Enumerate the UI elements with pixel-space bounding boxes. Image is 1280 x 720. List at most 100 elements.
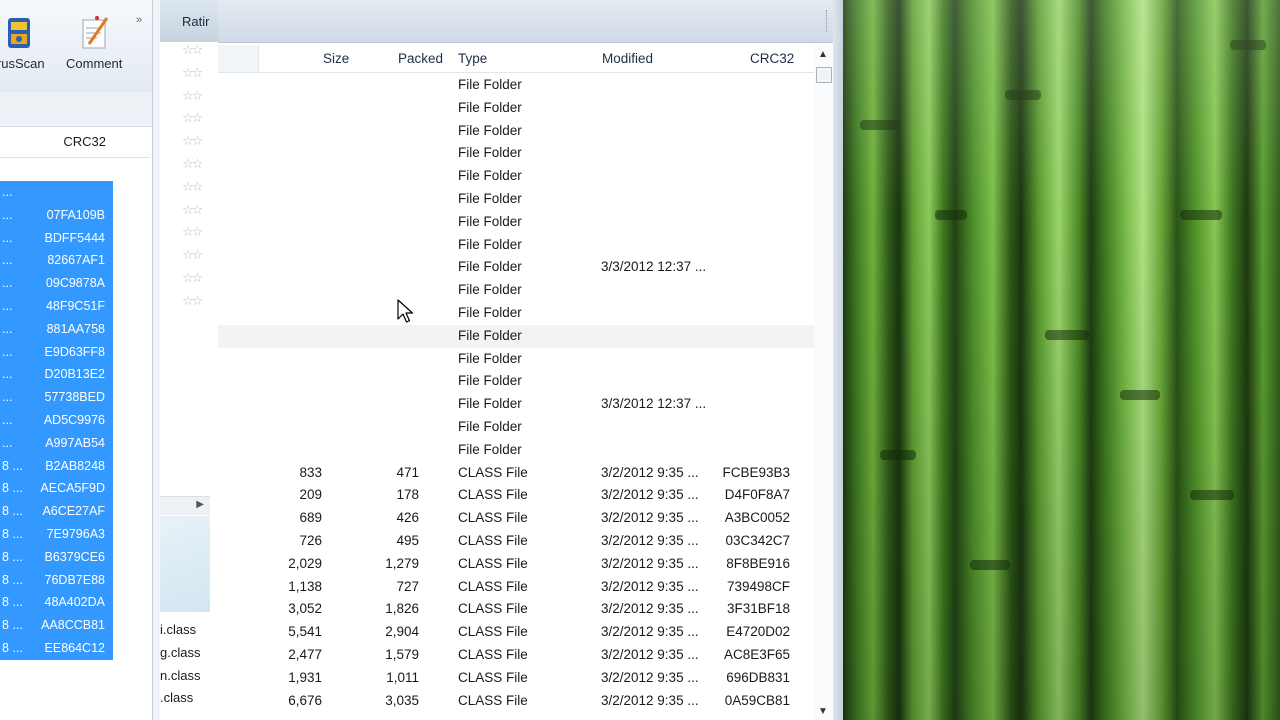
scrollbar-thumb[interactable]: [816, 67, 832, 83]
scroll-up-icon[interactable]: ▲: [818, 49, 828, 60]
back-column-crc32[interactable]: CRC32: [63, 134, 106, 149]
table-row[interactable]: File Folder: [218, 165, 818, 188]
file-name[interactable]: i.class: [160, 622, 196, 637]
table-row[interactable]: File Folder: [218, 439, 818, 462]
table-row[interactable]: File Folder: [218, 74, 818, 97]
table-row[interactable]: File Folder: [218, 188, 818, 211]
file-name[interactable]: n.class: [160, 668, 200, 683]
cell-type: File Folder: [458, 259, 522, 275]
table-row[interactable]: 833 471 CLASS File 3/2/2012 9:35 ... FCBE93B…: [218, 462, 818, 485]
cell-size: 3,052: [288, 601, 322, 617]
scroll-down-icon[interactable]: ▼: [818, 706, 828, 717]
back-list-item[interactable]: 8 ... 7E9796A3: [0, 522, 113, 546]
table-row[interactable]: File Folder: [218, 302, 818, 325]
cell-type: File Folder: [458, 236, 522, 252]
table-row[interactable]: File Folder: [218, 324, 818, 348]
back-list-item[interactable]: ... 881AA758: [0, 317, 113, 341]
table-row[interactable]: File Folder: [218, 234, 818, 257]
rating-stars[interactable]: ☆☆: [182, 65, 203, 81]
cell-type: File Folder: [458, 304, 522, 320]
table-row[interactable]: File Folder: [218, 370, 818, 393]
table-row[interactable]: 2,029 1,279 CLASS File 3/2/2012 9:35 ... 8F8…: [218, 553, 818, 576]
back-list-item[interactable]: 8 ... A6CE27AF: [0, 500, 113, 523]
column-type[interactable]: Type: [458, 51, 487, 66]
rating-stars[interactable]: ☆☆: [182, 42, 203, 58]
rating-stars[interactable]: ☆☆: [182, 110, 203, 126]
name-column-header[interactable]: [218, 45, 259, 72]
back-list-item[interactable]: ... 48F9C51F: [0, 294, 113, 318]
rating-stars[interactable]: ☆☆: [182, 88, 203, 104]
column-crc32[interactable]: CRC32: [750, 51, 794, 66]
table-row[interactable]: File Folder: [218, 348, 818, 371]
back-list-item[interactable]: ... 82667AF1: [0, 249, 113, 273]
cell-modified: 3/2/2012 9:35 ...: [601, 555, 699, 571]
horizontal-scrollbar[interactable]: ▶: [160, 496, 210, 515]
cell-packed: 471: [396, 464, 419, 480]
back-list-item[interactable]: ... AD5C9976: [0, 408, 113, 432]
rating-stars[interactable]: ☆☆: [182, 293, 203, 309]
scroll-right-icon[interactable]: ▶: [196, 499, 204, 510]
back-list-item[interactable]: ... 57738BED: [0, 386, 113, 409]
table-row[interactable]: 6,676 3,035 CLASS File 3/2/2012 9:35 ... 0A5…: [218, 690, 818, 713]
table-row[interactable]: 1,138 727 CLASS File 3/2/2012 9:35 ... 73949…: [218, 576, 818, 599]
column-size[interactable]: Size: [323, 51, 349, 66]
back-list-item[interactable]: 8 ... AA8CCB81: [0, 614, 113, 637]
toolbar-grip[interactable]: [826, 10, 829, 32]
rating-stars[interactable]: ☆☆: [182, 247, 203, 263]
table-row[interactable]: 689 426 CLASS File 3/2/2012 9:35 ... A3BC005…: [218, 507, 818, 530]
table-row[interactable]: File Folder: [218, 142, 818, 165]
back-list-item[interactable]: ... 09C9878A: [0, 272, 113, 295]
rating-column-header[interactable]: Ratir: [182, 14, 209, 29]
comment-button[interactable]: Comment: [66, 14, 122, 71]
rating-stars[interactable]: ☆☆: [182, 156, 203, 172]
rating-stars[interactable]: ☆☆: [182, 202, 203, 218]
back-item-prefix: ...: [2, 230, 13, 245]
cell-modified: 3/3/2012 12:37 ...: [601, 259, 707, 275]
cell-packed: 1,279: [385, 555, 419, 571]
back-list-item[interactable]: ... E9D63FF8: [0, 340, 113, 364]
back-list-item[interactable]: 8 ... B6379CE6: [0, 545, 113, 569]
back-list-item[interactable]: ... D20B13E2: [0, 363, 113, 387]
table-row[interactable]: 3,052 1,826 CLASS File 3/2/2012 9:35 ... 3F3…: [218, 598, 818, 621]
virusscan-button[interactable]: irusScan: [0, 14, 45, 71]
table-row[interactable]: 5,541 2,904 CLASS File 3/2/2012 9:35 ... E47…: [218, 621, 818, 644]
table-row[interactable]: File Folder 3/3/2012 12:37 ...: [218, 256, 818, 279]
cell-size: 2,477: [288, 646, 322, 662]
back-list-item[interactable]: 8 ... B2AB8248: [0, 454, 113, 478]
back-list-item[interactable]: 8 ... AECA5F9D: [0, 477, 113, 501]
table-row[interactable]: 726 495 CLASS File 3/2/2012 9:35 ... 03C342C…: [218, 530, 818, 553]
table-row[interactable]: File Folder 3/3/2012 12:37 ...: [218, 393, 818, 416]
rating-stars[interactable]: ☆☆: [182, 179, 203, 195]
rating-stars[interactable]: ☆☆: [182, 270, 203, 286]
column-modified[interactable]: Modified: [602, 51, 653, 66]
back-list-item[interactable]: 8 ... 48A402DA: [0, 591, 113, 615]
back-list-item[interactable]: ... 07FA109B: [0, 203, 113, 227]
toolbar-expand-icon[interactable]: »: [136, 14, 142, 26]
table-row[interactable]: File Folder: [218, 211, 818, 234]
file-name[interactable]: .class: [160, 690, 193, 705]
back-list-item[interactable]: 8 ... 76DB7E88: [0, 568, 113, 592]
cell-packed: 495: [396, 532, 419, 548]
back-item-prefix: 8 ...: [2, 481, 23, 496]
table-row[interactable]: 2,477 1,579 CLASS File 3/2/2012 9:35 ... AC8…: [218, 644, 818, 667]
table-row[interactable]: File Folder: [218, 97, 818, 120]
back-item-prefix: ...: [2, 321, 13, 336]
back-list-item[interactable]: 8 ... EE864C12: [0, 636, 113, 660]
back-list-item[interactable]: ... BDFF5444: [0, 226, 113, 250]
column-packed[interactable]: Packed: [398, 51, 443, 66]
cell-modified: 3/2/2012 9:35 ...: [601, 601, 699, 617]
vertical-scrollbar[interactable]: ▲ ▼: [814, 45, 834, 720]
back-item-crc32: B6379CE6: [44, 549, 105, 564]
rating-stars[interactable]: ☆☆: [182, 224, 203, 240]
back-list-item[interactable]: ... A997AB54: [0, 431, 113, 455]
rating-stars[interactable]: ☆☆: [182, 133, 203, 149]
table-row[interactable]: 1,931 1,011 CLASS File 3/2/2012 9:35 ... 696…: [218, 667, 818, 690]
back-item-prefix: ...: [2, 185, 13, 199]
file-name[interactable]: g.class: [160, 645, 200, 660]
table-row[interactable]: File Folder: [218, 120, 818, 143]
table-row[interactable]: 209 178 CLASS File 3/2/2012 9:35 ... D4F0F8A…: [218, 484, 818, 507]
back-list-item[interactable]: ...: [0, 181, 113, 204]
table-row[interactable]: File Folder: [218, 279, 818, 302]
cell-size: 689: [299, 510, 322, 526]
table-row[interactable]: File Folder: [218, 416, 818, 439]
